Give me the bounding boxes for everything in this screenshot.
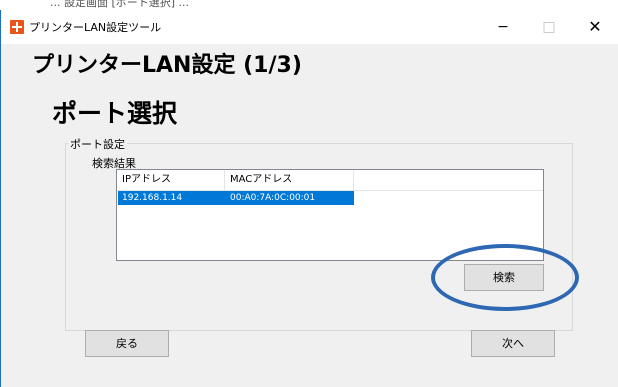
maximize-button[interactable]: □ <box>526 10 572 44</box>
port-settings-label: ポート設定 <box>68 136 127 152</box>
app-icon <box>10 20 24 34</box>
background-strip-text: ... 設定画面 [ポート選択] ... <box>50 0 190 9</box>
list-row[interactable]: 192.168.1.14 00:A0:7A:0C:00:01 <box>118 191 354 205</box>
background-strip: ... 設定画面 [ポート選択] ... <box>0 0 618 10</box>
back-button[interactable]: 戻る <box>85 330 169 357</box>
list-header: IPアドレス MACアドレス <box>117 170 543 191</box>
step-title: ポート選択 <box>52 99 178 128</box>
highlight-annotation <box>431 244 579 311</box>
minimize-button[interactable]: − <box>480 10 526 44</box>
next-button[interactable]: 次へ <box>471 330 555 357</box>
column-header-ip[interactable]: IPアドレス <box>117 170 225 190</box>
title-bar: プリンターLAN設定ツール − □ ✕ <box>1 10 618 44</box>
row-mac-address: 00:A0:7A:0C:00:01 <box>230 193 316 203</box>
window-title: プリンターLAN設定ツール <box>29 21 162 34</box>
column-header-mac[interactable]: MACアドレス <box>225 170 354 190</box>
row-ip-address: 192.168.1.14 <box>122 193 183 203</box>
page-title: プリンターLAN設定 (1/3) <box>32 53 302 78</box>
close-button[interactable]: ✕ <box>572 10 618 44</box>
